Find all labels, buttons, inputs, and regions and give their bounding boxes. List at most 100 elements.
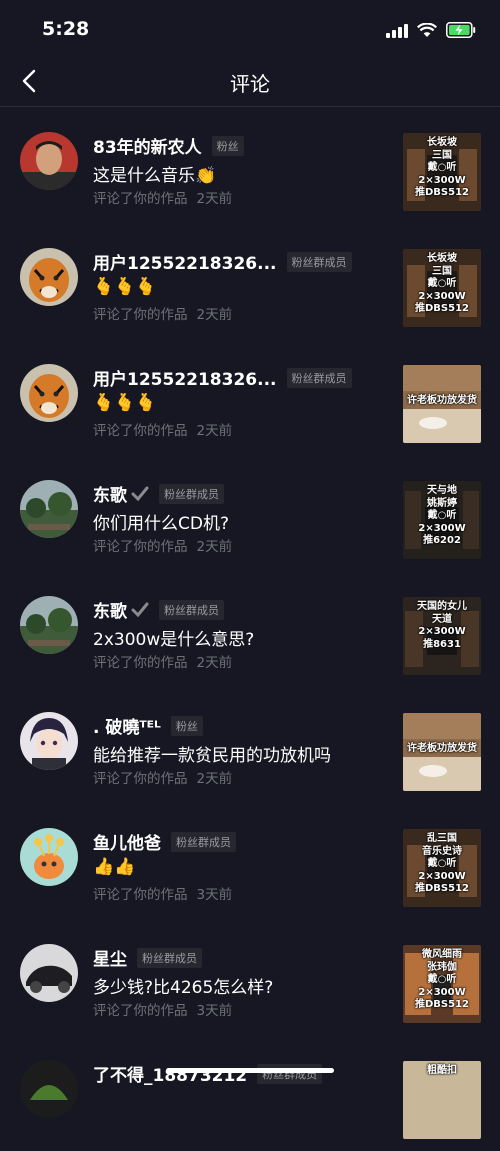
comment-meta: 评论了你的作品 2天前 — [93, 419, 232, 439]
thumbnail-caption: 乱三国 音乐史诗 戴○听 2×300W 推DBS512 — [415, 833, 469, 894]
avatar[interactable] — [20, 480, 78, 538]
list-item[interactable]: 了不得_18873212 粉丝群成员 粗酷扣 — [0, 1035, 500, 1151]
user-name[interactable]: 东歌 — [93, 597, 127, 622]
timestamp: 2天前 — [196, 191, 233, 207]
list-item[interactable]: 83年的新农人 粉丝 这是什么音乐👏 评论了你的作品 2天前 长坂坡 三国 戴○听… — [0, 107, 500, 223]
action-text: 评论了你的作品 — [93, 655, 188, 671]
thumbnail-caption: 天国的女儿 天道 2×300W 推8631 — [417, 601, 467, 650]
action-text: 评论了你的作品 — [93, 191, 188, 207]
user-name[interactable]: 了不得_18873212 — [93, 1061, 247, 1086]
comment-meta: 评论了你的作品 2天前 — [93, 303, 232, 323]
comment-text: 🫰🫰🫰 — [93, 393, 157, 413]
comment-meta: 评论了你的作品 2天前 — [93, 651, 232, 671]
fan-group-badge: 粉丝群成员 — [171, 831, 236, 852]
user-name[interactable]: 用户12552218326... — [93, 249, 277, 274]
video-thumbnail[interactable]: 许老板功放发货 — [403, 365, 481, 443]
avatar[interactable] — [20, 828, 78, 886]
avatar[interactable] — [20, 1060, 78, 1118]
user-name-line: 用户12552218326... 粉丝群成员 — [93, 249, 352, 274]
comment-meta: 评论了你的作品 2天前 — [93, 535, 232, 555]
fan-group-badge: 粉丝群成员 — [286, 251, 352, 272]
video-thumbnail[interactable]: 粗酷扣 — [403, 1061, 481, 1139]
user-name[interactable]: 东歌 — [93, 481, 127, 506]
video-thumbnail[interactable]: 乱三国 音乐史诗 戴○听 2×300W 推DBS512 — [403, 829, 481, 907]
nav-bar: 评论 — [0, 60, 500, 107]
timestamp: 2天前 — [196, 307, 233, 323]
user-name[interactable]: 83年的新农人 — [93, 133, 202, 158]
comment-text: 你们用什么CD机? — [93, 514, 229, 534]
video-thumbnail[interactable]: 天国的女儿 天道 2×300W 推8631 — [403, 597, 481, 675]
user-name-line: 东歌 粉丝群成员 — [93, 481, 224, 506]
thumbnail-caption: 长坂坡 三国 戴○听 2×300W 推DBS512 — [415, 137, 469, 198]
fan-group-badge: 粉丝群成员 — [137, 947, 202, 968]
fan-group-badge: 粉丝群成员 — [159, 599, 224, 620]
user-name[interactable]: 用户12552218326... — [93, 365, 277, 390]
user-name-line: 83年的新农人 粉丝 — [93, 133, 244, 158]
list-item[interactable]: 用户12552218326... 粉丝群成员 🫰🫰🫰 评论了你的作品 2天前 长坂… — [0, 223, 500, 339]
user-name-line: 了不得_18873212 粉丝群成员 — [93, 1061, 323, 1086]
comment-meta: 评论了你的作品 3天前 — [93, 999, 232, 1019]
user-name[interactable]: 星尘 — [93, 945, 127, 970]
user-name[interactable]: 鱼儿他爸 — [93, 829, 161, 854]
user-name-line: 鱼儿他爸 粉丝群成员 — [93, 829, 236, 854]
avatar[interactable] — [20, 248, 78, 306]
comment-text: 👍👍 — [93, 857, 136, 877]
verified-check-icon — [131, 486, 149, 501]
user-name-line: . 破曉ᵀᴱᴸ 粉丝 — [93, 713, 203, 738]
fan-group-badge: 粉丝群成员 — [159, 483, 224, 504]
timestamp: 3天前 — [196, 1003, 233, 1019]
list-item[interactable]: 星尘 粉丝群成员 多少钱?比4265怎么样? 评论了你的作品 3天前 微风细雨 张… — [0, 919, 500, 1035]
list-item[interactable]: 东歌 粉丝群成员 你们用什么CD机? 评论了你的作品 2天前 天与地 姚斯婷 戴○… — [0, 455, 500, 571]
timestamp: 3天前 — [196, 887, 233, 903]
timestamp: 2天前 — [196, 539, 233, 555]
user-name-line: 用户12552218326... 粉丝群成员 — [93, 365, 352, 390]
video-thumbnail[interactable]: 许老板功放发货 — [403, 713, 481, 791]
user-name[interactable]: . 破曉ᵀᴱᴸ — [93, 713, 161, 738]
avatar[interactable] — [20, 364, 78, 422]
thumbnail-caption: 微风细雨 张玮伽 戴○听 2×300W 推DBS512 — [415, 949, 469, 1010]
timestamp: 2天前 — [196, 655, 233, 671]
status-bar: 5:28 — [0, 0, 500, 60]
cellular-signal-icon — [386, 23, 408, 38]
home-indicator[interactable] — [166, 1068, 334, 1073]
timestamp: 2天前 — [196, 423, 233, 439]
avatar[interactable] — [20, 712, 78, 770]
timestamp: 2天前 — [196, 771, 233, 787]
comment-text: 2x300w是什么意思? — [93, 630, 255, 650]
comment-text: 这是什么音乐👏 — [93, 166, 217, 186]
video-thumbnail[interactable]: 天与地 姚斯婷 戴○听 2×300W 推6202 — [403, 481, 481, 559]
comment-meta: 评论了你的作品 2天前 — [93, 767, 232, 787]
list-item[interactable]: 用户12552218326... 粉丝群成员 🫰🫰🫰 评论了你的作品 2天前 许老… — [0, 339, 500, 455]
action-text: 评论了你的作品 — [93, 423, 188, 439]
action-text: 评论了你的作品 — [93, 307, 188, 323]
avatar[interactable] — [20, 132, 78, 190]
thumbnail-caption: 许老板功放发货 — [407, 743, 477, 754]
comment-text: 能给推荐一款贫民用的功放机吗 — [93, 746, 331, 766]
video-thumbnail[interactable]: 微风细雨 张玮伽 戴○听 2×300W 推DBS512 — [403, 945, 481, 1023]
status-time: 5:28 — [42, 18, 90, 40]
avatar[interactable] — [20, 596, 78, 654]
video-thumbnail[interactable]: 长坂坡 三国 戴○听 2×300W 推DBS512 — [403, 133, 481, 211]
thumbnail-caption: 许老板功放发货 — [407, 395, 477, 406]
list-item[interactable]: . 破曉ᵀᴱᴸ 粉丝 能给推荐一款贫民用的功放机吗 评论了你的作品 2天前 许老板… — [0, 687, 500, 803]
user-name-line: 东歌 粉丝群成员 — [93, 597, 224, 622]
comment-text: 🫰🫰🫰 — [93, 277, 157, 297]
status-icons — [386, 20, 476, 40]
list-item[interactable]: 鱼儿他爸 粉丝群成员 👍👍 评论了你的作品 3天前 乱三国 音乐史诗 戴○听 2×… — [0, 803, 500, 919]
battery-charging-icon — [446, 22, 476, 38]
action-text: 评论了你的作品 — [93, 887, 188, 903]
comment-meta: 评论了你的作品 2天前 — [93, 187, 232, 207]
avatar[interactable] — [20, 944, 78, 1002]
video-thumbnail[interactable]: 长坂坡 三国 戴○听 2×300W 推DBS512 — [403, 249, 481, 327]
verified-check-icon — [131, 602, 149, 617]
fan-badge: 粉丝 — [170, 715, 203, 736]
comment-meta: 评论了你的作品 3天前 — [93, 883, 232, 903]
comment-text: 多少钱?比4265怎么样? — [93, 978, 274, 998]
user-name-line: 星尘 粉丝群成员 — [93, 945, 202, 970]
page-title: 评论 — [230, 72, 270, 96]
fan-group-badge: 粉丝群成员 — [286, 367, 352, 388]
thumbnail-caption: 天与地 姚斯婷 戴○听 2×300W 推6202 — [418, 485, 466, 546]
action-text: 评论了你的作品 — [93, 539, 188, 555]
action-text: 评论了你的作品 — [93, 1003, 188, 1019]
list-item[interactable]: 东歌 粉丝群成员 2x300w是什么意思? 评论了你的作品 2天前 天国的女儿 天… — [0, 571, 500, 687]
